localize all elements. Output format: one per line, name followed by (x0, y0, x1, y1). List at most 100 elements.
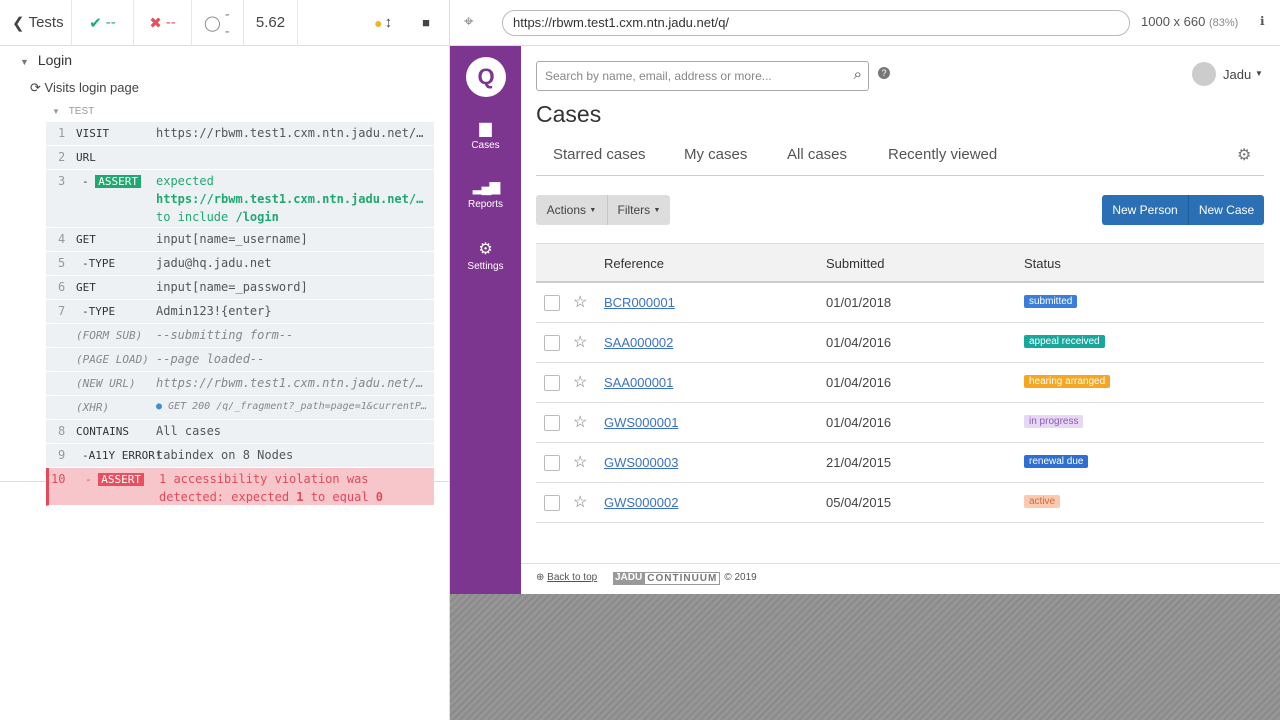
table-header: Reference Submitted Status (536, 243, 1264, 283)
tab-starred-cases[interactable]: Starred cases (553, 146, 646, 163)
star-icon[interactable]: ☆ (573, 372, 587, 392)
user-menu[interactable]: Jadu (1223, 67, 1251, 82)
status-badge: renewal due (1024, 455, 1089, 468)
command-row[interactable]: 3 - ASSERT expected https://rbwm.test1.c… (46, 170, 434, 228)
nav-settings[interactable]: ⚙ Settings (450, 239, 521, 272)
tab-my-cases[interactable]: My cases (684, 146, 747, 163)
case-reference-link[interactable]: GWS000003 (604, 455, 678, 470)
test-section-label: ▼ TEST (52, 106, 95, 117)
new-case-button[interactable]: New Case (1188, 195, 1264, 225)
avatar[interactable] (1192, 62, 1216, 86)
table-row: ☆ SAA000001 01/04/2016 hearing arranged (536, 363, 1264, 403)
table-row: ☆ GWS000003 21/04/2015 renewal due (536, 443, 1264, 483)
star-icon[interactable]: ☆ (573, 332, 587, 352)
duration: 5.62 (244, 0, 298, 46)
tabs-divider (536, 175, 1264, 176)
selector-playground-icon[interactable]: ⌖ (464, 12, 474, 32)
continuum-logo: CONTINUUM (644, 572, 721, 585)
column-status[interactable]: Status (1024, 256, 1061, 271)
new-person-button[interactable]: New Person (1102, 195, 1188, 225)
pending-count: ◯ -- (192, 0, 244, 46)
caret-down-icon: ▼ (653, 206, 661, 214)
command-row[interactable]: (PAGE LOAD) --page loaded-- (46, 348, 434, 372)
submitted-date: 01/04/2016 (826, 335, 892, 350)
search-box[interactable]: Search by name, email, address or more..… (536, 61, 869, 91)
assert-badge: ASSERT (98, 473, 144, 486)
footer-brand: JADU CONTINUUM © 2019 (613, 572, 757, 585)
case-reference-link[interactable]: SAA000001 (604, 375, 673, 390)
app-sidebar: Q ▆ Cases ▂▄▆ Reports ⚙ Settings (450, 46, 521, 594)
command-row[interactable]: 7 -TYPE Admin123!{enter} (46, 300, 434, 324)
case-reference-link[interactable]: GWS000002 (604, 495, 678, 510)
nav-reports[interactable]: ▂▄▆ Reports (450, 178, 521, 210)
command-row[interactable]: (XHR) ● GET 200 /q/_fragment?_path=page=… (46, 396, 434, 420)
stop-icon[interactable]: ■ (422, 15, 430, 30)
column-submitted[interactable]: Submitted (826, 256, 885, 271)
command-row[interactable]: 8 CONTAINS All cases (46, 420, 434, 444)
row-checkbox[interactable] (544, 415, 560, 431)
command-row-failed[interactable]: 10 - ASSERT 1 accessibility violation wa… (46, 468, 434, 506)
bar-chart-icon: ▂▄▆ (472, 178, 500, 194)
search-input[interactable]: Search by name, email, address or more..… (545, 69, 772, 83)
settings-gear-icon[interactable]: ⚙ (1237, 145, 1251, 165)
table-row: ☆ SAA000002 01/04/2016 appeal received (536, 323, 1264, 363)
cross-icon: ✖ (149, 14, 162, 32)
runner-header: ❮ Tests ✔ -- ✖ -- ◯ -- 5.62 ● ↕ ■ (0, 0, 450, 46)
caret-down-icon: ▼ (589, 206, 597, 214)
status-badge: submitted (1024, 295, 1078, 308)
row-checkbox[interactable] (544, 495, 560, 511)
command-row[interactable]: 6 GET input[name=_password] (46, 276, 434, 300)
command-row[interactable]: 1 VISIT https://rbwm.test1.cxm.ntn.jadu.… (46, 122, 434, 146)
tests-back-button[interactable]: ❮ Tests (0, 0, 72, 46)
case-reference-link[interactable]: SAA000002 (604, 335, 673, 350)
page-title: Cases (536, 101, 602, 127)
caret-down-icon[interactable]: ▼ (1255, 69, 1263, 78)
viewport-background (450, 594, 1280, 720)
status-badge: hearing arranged (1024, 375, 1111, 388)
star-icon[interactable]: ☆ (573, 492, 587, 512)
search-icon[interactable]: ⌕ (854, 66, 862, 83)
app-frame: Q ▆ Cases ▂▄▆ Reports ⚙ Settings Search … (450, 46, 1280, 594)
command-row[interactable]: 4 GET input[name=_username] (46, 228, 434, 252)
command-row[interactable]: (FORM SUB) --submitting form-- (46, 324, 434, 348)
star-icon[interactable]: ☆ (573, 452, 587, 472)
command-row[interactable]: 2 URL (46, 146, 434, 170)
status-dot-icon: ● (374, 14, 383, 31)
status-badge: appeal received (1024, 335, 1105, 348)
suite-title[interactable]: ▼ Login (20, 52, 72, 68)
command-row[interactable]: (NEW URL) https://rbwm.test1.cxm.ntn.jad… (46, 372, 434, 396)
url-bar[interactable]: https://rbwm.test1.cxm.ntn.jadu.net/q/ (502, 10, 1130, 36)
tab-all-cases[interactable]: All cases (787, 146, 847, 163)
xhr-dot-icon: ● (156, 401, 163, 412)
nav-cases[interactable]: ▆ Cases (450, 118, 521, 151)
viewport-size: 1000 x 660 (83%) (1141, 14, 1239, 29)
test-runner-panel: ❮ Tests ✔ -- ✖ -- ◯ -- 5.62 ● ↕ ■ ▼ Logi… (0, 0, 450, 720)
actions-button[interactable]: Actions ▼ (536, 195, 607, 225)
scroll-toggle-icon[interactable]: ↕ (385, 14, 393, 31)
test-title[interactable]: ⟳ Visits login page (30, 80, 139, 96)
app-logo[interactable]: Q (466, 57, 506, 97)
info-icon[interactable]: ℹ (1260, 14, 1265, 28)
command-row[interactable]: 9 -A11Y ERROR! tabindex on 8 Nodes (46, 444, 434, 468)
failed-count: ✖ -- (134, 0, 192, 46)
filters-button[interactable]: Filters ▼ (607, 195, 670, 225)
gear-icon: ⚙ (478, 241, 493, 258)
tab-recently-viewed[interactable]: Recently viewed (888, 146, 997, 163)
arrow-up-circle-icon: ⊕ (536, 572, 545, 583)
back-to-top-link[interactable]: ⊕ Back to top (536, 572, 597, 583)
aut-header: ⌖ https://rbwm.test1.cxm.ntn.jadu.net/q/… (450, 0, 1280, 46)
row-checkbox[interactable] (544, 375, 560, 391)
case-reference-link[interactable]: GWS000001 (604, 415, 678, 430)
tests-label: Tests (28, 14, 64, 31)
star-icon[interactable]: ☆ (573, 292, 587, 312)
case-reference-link[interactable]: BCR000001 (604, 295, 675, 310)
row-checkbox[interactable] (544, 335, 560, 351)
row-checkbox[interactable] (544, 455, 560, 471)
passed-count: ✔ -- (72, 0, 134, 46)
column-reference[interactable]: Reference (604, 256, 664, 271)
help-icon[interactable]: ? (878, 67, 890, 79)
command-log: 1 VISIT https://rbwm.test1.cxm.ntn.jadu.… (46, 122, 434, 506)
command-row[interactable]: 5 -TYPE jadu@hq.jadu.net (46, 252, 434, 276)
star-icon[interactable]: ☆ (573, 412, 587, 432)
row-checkbox[interactable] (544, 295, 560, 311)
